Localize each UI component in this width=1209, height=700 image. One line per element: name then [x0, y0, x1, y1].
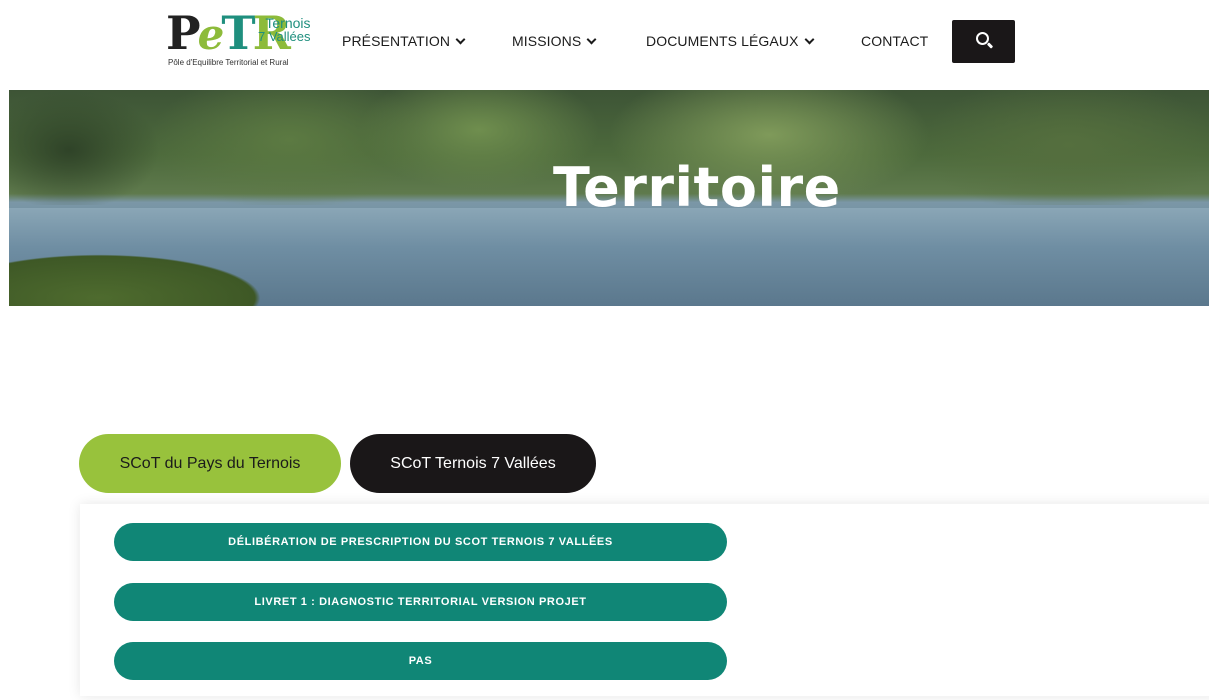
nav-item-documents-legaux[interactable]: DOCUMENTS LÉGAUX [646, 20, 814, 62]
tab-scot-pays-du-ternois[interactable]: SCoT du Pays du Ternois [79, 434, 341, 493]
search-button[interactable] [952, 20, 1015, 63]
search-icon-handle [986, 42, 994, 49]
chevron-down-icon [586, 34, 597, 44]
page-title: Territoire [553, 156, 841, 219]
document-button-livret-1[interactable]: LIVRET 1 : DIAGNOSTIC TERRITORIAL VERSIO… [114, 583, 727, 621]
nav-item-presentation[interactable]: PRÉSENTATION [342, 20, 466, 62]
site-logo[interactable]: PeTR Ternois 7 Vallées Pôle d'Equilibre … [166, 8, 318, 74]
nav-item-label: DOCUMENTS LÉGAUX [646, 33, 799, 49]
nav-item-missions[interactable]: MISSIONS [512, 20, 597, 62]
chevron-down-icon [455, 34, 466, 44]
nav-item-label: CONTACT [861, 33, 929, 49]
document-button-pas[interactable]: PAS [114, 642, 727, 680]
logo-name: Ternois 7 Vallées [258, 15, 311, 44]
hero-riverbank [9, 228, 299, 306]
nav-item-label: PRÉSENTATION [342, 33, 451, 49]
site-header: PeTR Ternois 7 Vallées Pôle d'Equilibre … [0, 0, 1209, 90]
logo-tagline: Pôle d'Equilibre Territorial et Rural [168, 58, 289, 67]
chevron-down-icon [804, 34, 814, 44]
nav-item-label: MISSIONS [512, 33, 582, 49]
tab-scot-ternois-7-vallees[interactable]: SCoT Ternois 7 Vallées [350, 434, 596, 493]
document-button-deliberation[interactable]: DÉLIBÉRATION DE PRESCRIPTION DU SCOT TER… [114, 523, 727, 561]
nav-item-contact[interactable]: CONTACT [861, 20, 928, 62]
